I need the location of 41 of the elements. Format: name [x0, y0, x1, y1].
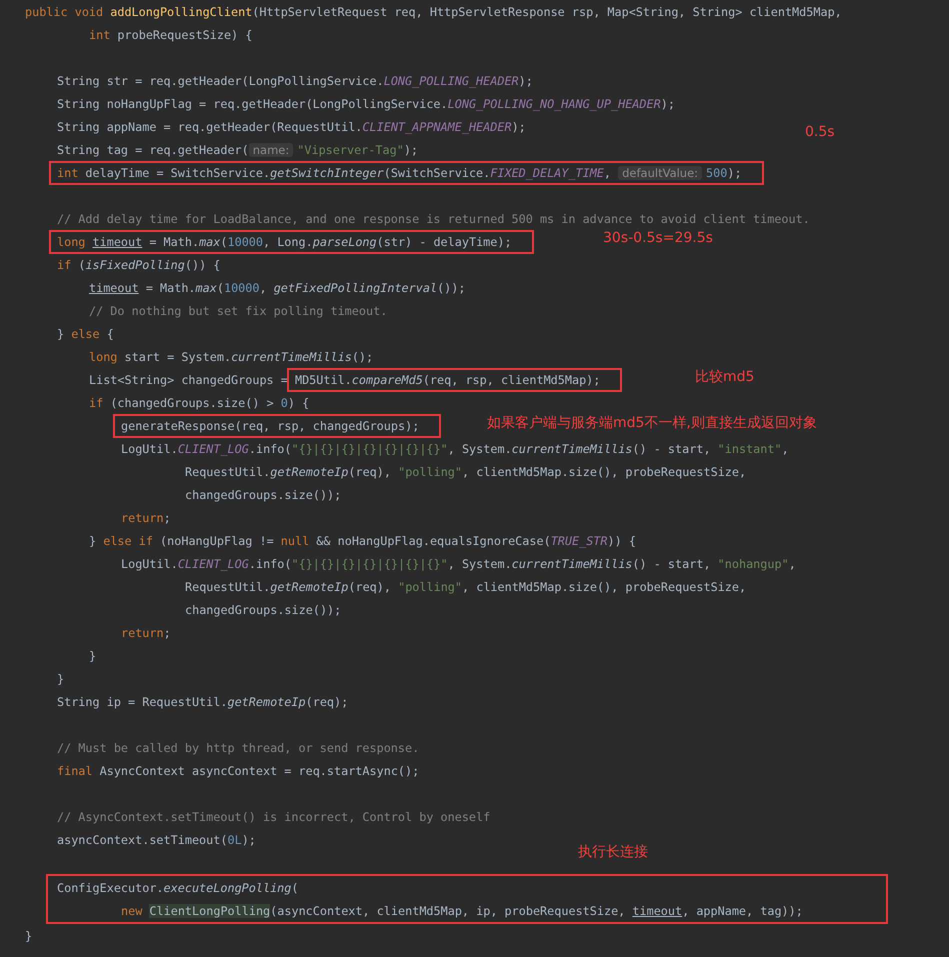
code-line: String ip = RequestUtil.getRemoteIp(req);: [57, 694, 348, 708]
code-line: timeout = Math.max(10000, getFixedPollingInterval());: [89, 280, 466, 294]
code-line: // Must be called by http thread, or send response.: [57, 740, 420, 754]
code-line: String tag = req.getHeader( name: "Vipserver-Tag");: [57, 142, 418, 156]
annotation-note: 比较md5: [695, 368, 754, 386]
code-line: public void addLongPollingClient(HttpServletRequest req, HttpServletResponse rsp, Map<String, String> clientMd5Map,: [25, 4, 842, 18]
code-line: long start = System.currentTimeMillis();: [89, 350, 374, 364]
code-line: }: [89, 648, 96, 662]
code-line: // AsyncContext.setTimeout() is incorrect, Control by oneself: [57, 810, 490, 824]
code-line: generateResponse(req, rsp, changedGroups);: [121, 418, 420, 432]
code-line: asyncContext.setTimeout(0L);: [57, 832, 256, 846]
annotation-note: 如果客户端与服务端md5不一样,则直接生成返回对象: [487, 414, 817, 432]
code-line: return;: [121, 626, 171, 640]
code-line: ConfigExecutor.executeLongPolling(: [57, 880, 298, 894]
code-line: return;: [121, 510, 171, 524]
code-line: changedGroups.size());: [185, 488, 342, 502]
code-line: RequestUtil.getRemoteIp(req), "polling", clientMd5Map.size(), probeRequestSize,: [185, 464, 746, 478]
code-line: long timeout = Math.max(10000, Long.parseLong(str) - delayTime);: [57, 234, 512, 248]
annotation-note: 0.5s: [805, 124, 835, 140]
code-line: final AsyncContext asyncContext = req.startAsync();: [57, 764, 420, 778]
code-line: String str = req.getHeader(LongPollingService.LONG_POLLING_HEADER);: [57, 74, 533, 88]
code-line: String appName = req.getHeader(RequestUtil.CLIENT_APPNAME_HEADER);: [57, 120, 526, 134]
code-line: // Add delay time for LoadBalance, and one response is returned 500 ms in advance to avoid client timeout.: [57, 212, 810, 226]
code-line: // Do nothing but set fix polling timeout.: [89, 304, 388, 318]
code-line: if (isFixedPolling()) {: [57, 258, 220, 272]
code-line: new ClientLongPolling(asyncContext, clientMd5Map, ip, probeRequestSize, timeout, appName, tag));: [121, 904, 803, 918]
code-line: LogUtil.CLIENT_LOG.info("{}|{}|{}|{}|{}|{}|{}", System.currentTimeMillis() - start, "instant",: [121, 442, 789, 456]
code-line: if (changedGroups.size() > 0) {: [89, 396, 310, 410]
code-line: int probeRequestSize) {: [89, 28, 252, 42]
code-line: } else if (noHangUpFlag != null && noHangUpFlag.equalsIgnoreCase(TRUE_STR)) {: [89, 534, 636, 548]
code-line: }: [25, 928, 32, 942]
code-line: } else {: [57, 326, 114, 340]
code-line: LogUtil.CLIENT_LOG.info("{}|{}|{}|{}|{}|{}|{}", System.currentTimeMillis() - start, "nohangup",: [121, 556, 796, 570]
code-line: int delayTime = SwitchService.getSwitchInteger(SwitchService.FIXED_DELAY_TIME, defaultValue: 500);: [57, 166, 742, 180]
code-line: RequestUtil.getRemoteIp(req), "polling", clientMd5Map.size(), probeRequestSize,: [185, 580, 746, 594]
code-line: String noHangUpFlag = req.getHeader(LongPollingService.LONG_POLLING_NO_HANG_UP_HEADER);: [57, 96, 675, 110]
annotation-note: 30s-0.5s=29.5s: [603, 230, 713, 246]
annotation-note: 执行长连接: [578, 843, 648, 861]
code-line: }: [57, 672, 64, 686]
code-line: changedGroups.size());: [185, 602, 342, 616]
code-line: MD5Util.compareMd5(req, rsp, clientMd5Map);: [294, 372, 600, 386]
